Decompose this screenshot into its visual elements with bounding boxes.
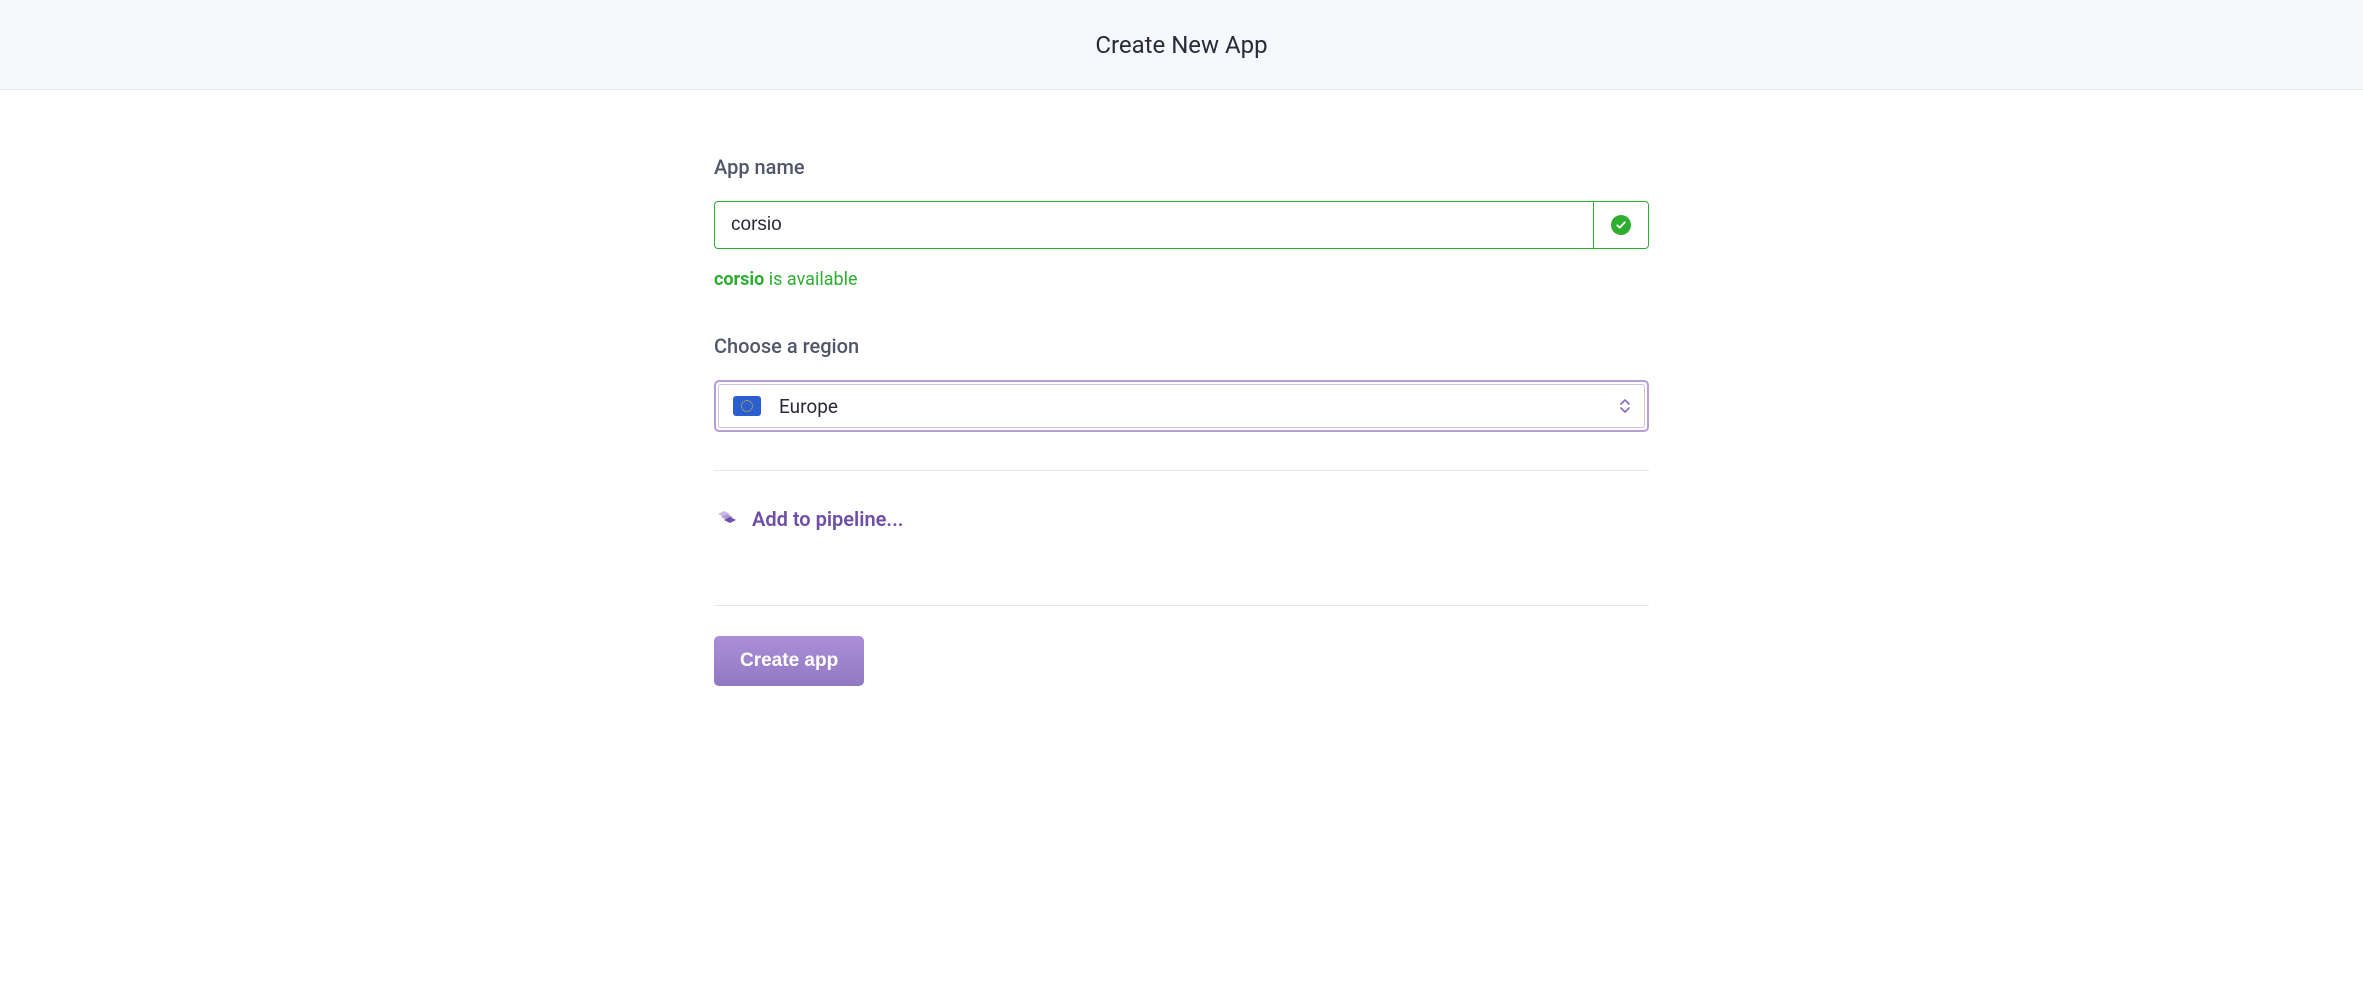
pipeline-icon <box>714 507 738 531</box>
create-app-button[interactable]: Create app <box>714 636 864 686</box>
submit-area: Create app <box>714 636 1649 686</box>
region-field-group: Choose a region Europe <box>714 334 1649 432</box>
select-chevron-icon <box>1620 399 1630 413</box>
region-select[interactable]: Europe <box>718 384 1645 428</box>
availability-suffix: is available <box>764 269 857 290</box>
region-select-wrapper: Europe <box>714 380 1649 432</box>
add-to-pipeline-link[interactable]: Add to pipeline... <box>714 471 1649 567</box>
app-name-label: App name <box>714 155 1649 179</box>
region-selected-value: Europe <box>779 395 838 418</box>
availability-app-name: corsio <box>714 269 764 290</box>
region-label: Choose a region <box>714 334 1649 358</box>
page-title: Create New App <box>1095 31 1267 59</box>
app-name-input[interactable] <box>714 201 1593 249</box>
create-app-form: App name corsio is available Choose a re… <box>714 90 1649 686</box>
availability-message: corsio is available <box>714 269 1649 290</box>
app-name-status-box <box>1593 201 1649 249</box>
eu-flag-icon <box>733 396 761 416</box>
app-name-field-group: App name corsio is available <box>714 155 1649 290</box>
app-name-input-row <box>714 201 1649 249</box>
add-to-pipeline-label: Add to pipeline... <box>752 507 903 531</box>
page-header: Create New App <box>0 0 2363 90</box>
check-circle-icon <box>1611 215 1631 235</box>
divider <box>714 605 1649 606</box>
